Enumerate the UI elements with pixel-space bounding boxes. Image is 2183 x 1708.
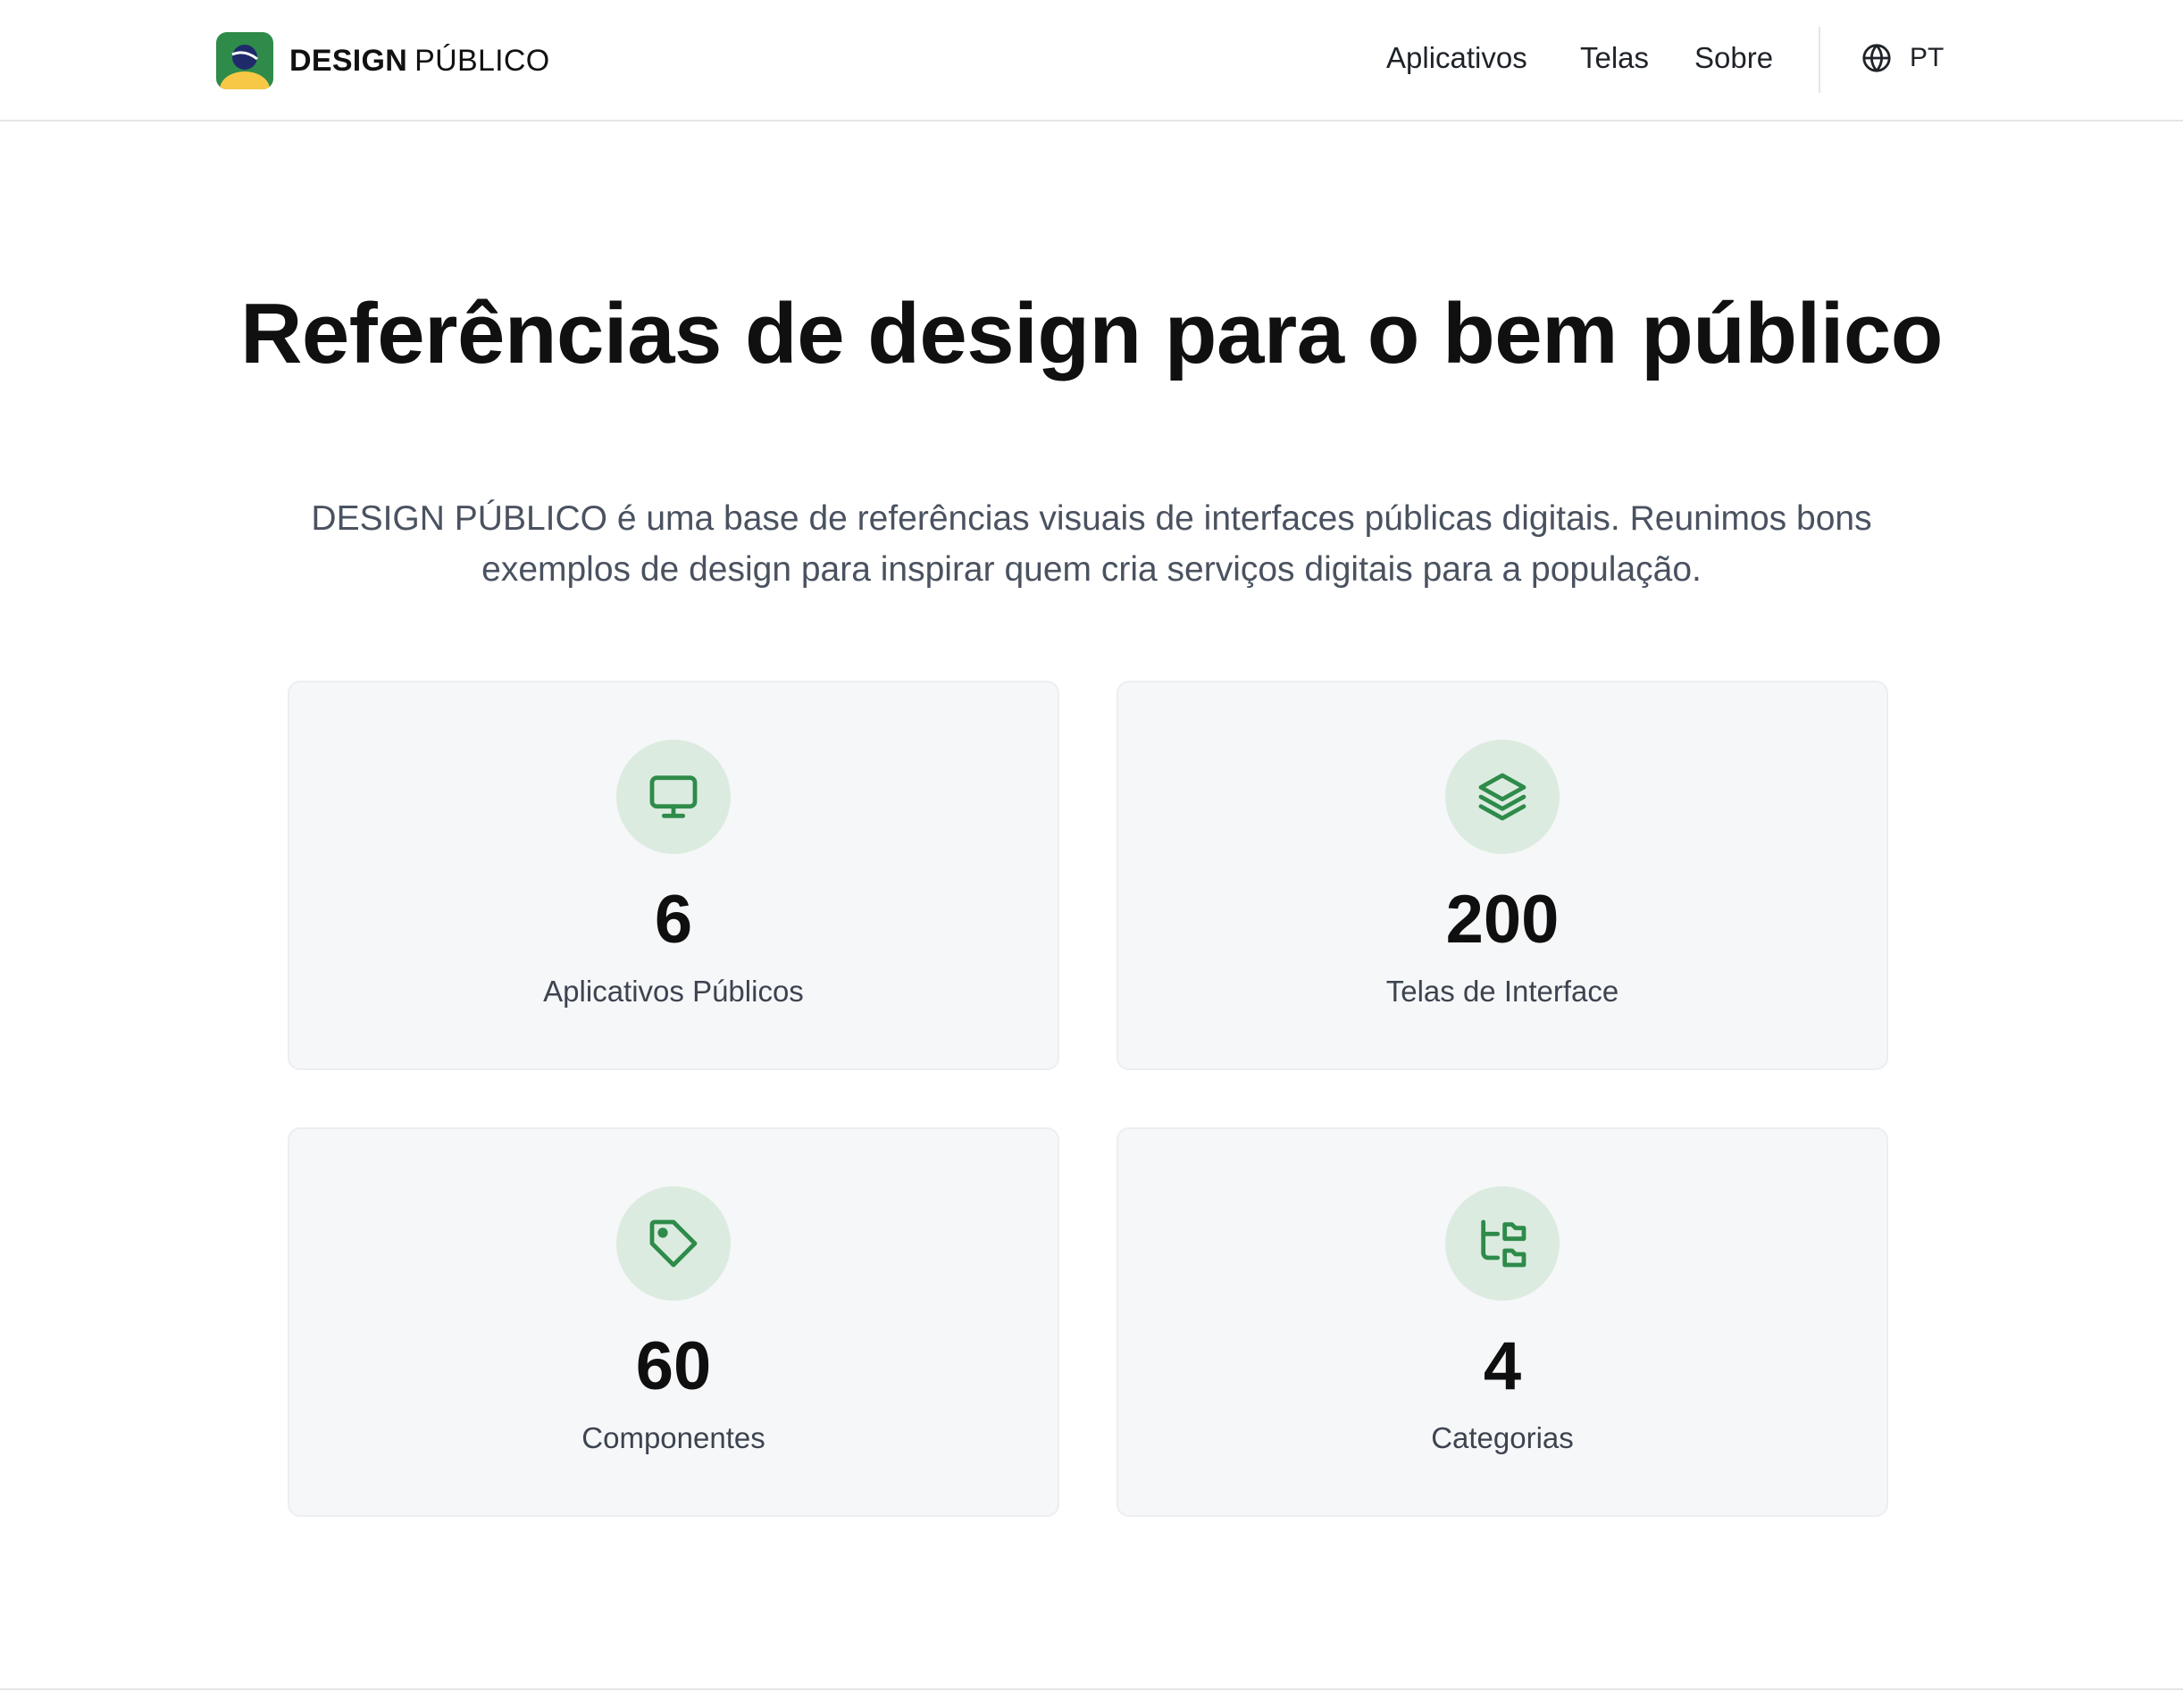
stat-card-aplicativos: 6 Aplicativos Públicos — [288, 681, 1059, 1070]
nav-divider — [1819, 27, 1820, 93]
nav-link-sobre[interactable]: Sobre — [1694, 41, 1773, 75]
footer-divider — [0, 1688, 2183, 1690]
page-title: Referências de design para o bem público — [240, 286, 1943, 381]
stat-label: Componentes — [581, 1421, 765, 1454]
brand-name-light: PÚBLICO — [414, 43, 550, 78]
brazil-flag-logo-icon — [216, 32, 273, 89]
nav-link-aplicativos[interactable]: Aplicativos — [1386, 41, 1527, 75]
stat-card-telas: 200 Telas de Interface — [1117, 681, 1888, 1070]
stat-value: 4 — [1483, 1328, 1522, 1404]
stat-card-categorias: 4 Categorias — [1117, 1127, 1888, 1517]
layers-icon — [1478, 773, 1526, 821]
nav-link-telas[interactable]: Telas — [1580, 41, 1649, 75]
language-selector[interactable]: PT — [1861, 43, 1944, 73]
brand-name: DESIGN PÚBLICO — [289, 44, 550, 79]
stat-icon-circle — [1445, 1186, 1560, 1301]
stat-label: Categorias — [1431, 1421, 1574, 1454]
stat-icon-circle — [1445, 740, 1560, 854]
brand-home-link[interactable]: DESIGN PÚBLICO — [216, 32, 550, 89]
site-header: DESIGN PÚBLICO Aplicativos Telas Sobre PT — [0, 0, 2183, 121]
stat-label: Aplicativos Públicos — [543, 975, 804, 1008]
stat-value: 200 — [1445, 882, 1560, 958]
stat-value: 6 — [654, 882, 693, 958]
page-subtitle: DESIGN PÚBLICO é uma base de referências… — [311, 499, 1872, 589]
language-label: PT — [1910, 43, 1945, 72]
globe-icon — [1862, 44, 1891, 72]
monitor-icon — [649, 775, 698, 818]
tag-icon — [649, 1219, 698, 1268]
folder-tree-icon — [1481, 1219, 1526, 1268]
stat-label: Telas de Interface — [1385, 975, 1619, 1008]
stat-value: 60 — [635, 1328, 712, 1404]
stat-card-componentes: 60 Componentes — [288, 1127, 1059, 1517]
stat-icon-circle — [616, 740, 731, 854]
brand-name-bold: DESIGN — [289, 43, 408, 78]
stat-icon-circle — [616, 1186, 731, 1301]
